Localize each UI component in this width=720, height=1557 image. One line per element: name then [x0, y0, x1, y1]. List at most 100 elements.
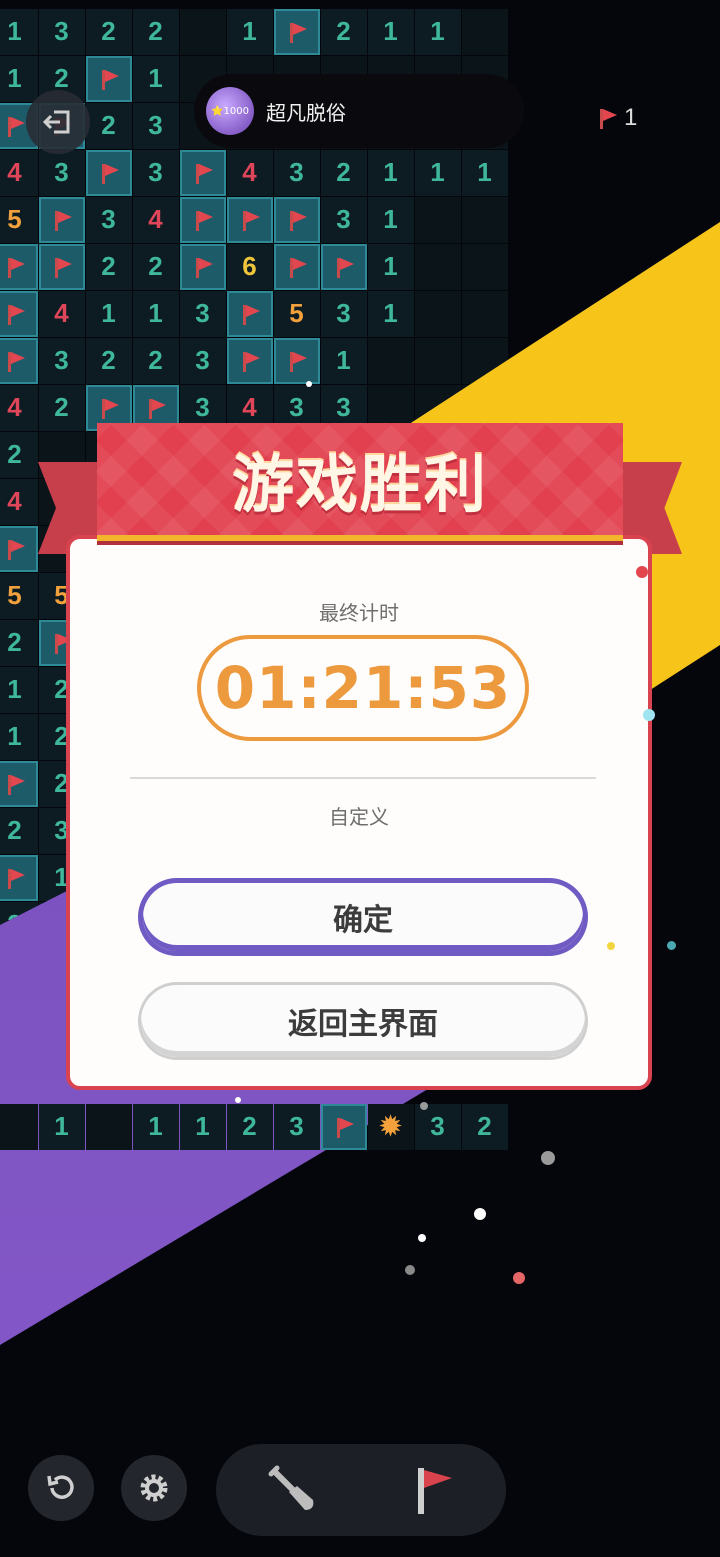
- flag-icon: [4, 115, 26, 137]
- board-cell: 3: [38, 8, 85, 55]
- board-cell: [461, 8, 508, 55]
- flag-count: 1: [624, 104, 638, 131]
- board-cell: 2: [0, 807, 38, 854]
- board-cell: 1: [226, 8, 273, 55]
- sparkle-dot: [306, 381, 312, 387]
- divider: [130, 777, 596, 779]
- board-cell: 1: [367, 290, 414, 337]
- board-cell: 1: [132, 290, 179, 337]
- board-cell: 3: [38, 337, 85, 384]
- board-cell: [0, 290, 38, 337]
- board-cell: [273, 243, 320, 290]
- board-cell: [320, 1103, 367, 1150]
- sparkle-dot: [418, 1234, 426, 1242]
- final-time-box: 01:21:53: [197, 635, 529, 741]
- board-cell: [414, 196, 461, 243]
- board-cell: 3: [273, 1103, 320, 1150]
- sparkle-dot: [667, 941, 676, 950]
- flag-counter: 1: [596, 104, 637, 132]
- board-cell: 4: [0, 384, 38, 431]
- board-cell: 4: [226, 149, 273, 196]
- board-cell: 1: [0, 666, 38, 713]
- board-cell: [461, 243, 508, 290]
- sparkle-dot: [607, 942, 615, 950]
- exit-button[interactable]: [26, 90, 90, 154]
- board-cell: 4: [132, 196, 179, 243]
- board-cell: [273, 196, 320, 243]
- board-cell: 1: [461, 149, 508, 196]
- board-cell: [38, 196, 85, 243]
- flag-icon: [239, 350, 261, 372]
- flag-tool-button[interactable]: [406, 1462, 462, 1518]
- flag-icon: [4, 303, 26, 325]
- flag-icon: [51, 209, 73, 231]
- flag-icon: [418, 1468, 452, 1514]
- board-cell: 1: [0, 8, 38, 55]
- board-cell: 1: [367, 149, 414, 196]
- board-cell: 1: [414, 149, 461, 196]
- sparkle-dot: [474, 1208, 486, 1220]
- dialog-title: 游戏胜利: [231, 448, 488, 521]
- flag-icon: [286, 256, 308, 278]
- board-cell: 3: [320, 290, 367, 337]
- return-home-button[interactable]: 返回主界面: [138, 982, 588, 1060]
- board-cell: [273, 8, 320, 55]
- board-cell: 2: [85, 243, 132, 290]
- board-cell: [0, 525, 38, 572]
- board-cell: 5: [273, 290, 320, 337]
- board-cell: 1: [320, 337, 367, 384]
- victory-dialog: 最终计时 01:21:53 自定义 确定 返回主界面: [66, 535, 652, 1090]
- flag-icon: [145, 397, 167, 419]
- board-cell: [38, 243, 85, 290]
- shovel-tool-button[interactable]: [265, 1462, 321, 1518]
- board-cell: 3: [38, 149, 85, 196]
- sparkle-dot: [636, 566, 648, 578]
- board-cell: [85, 55, 132, 102]
- board-cell: 2: [85, 102, 132, 149]
- board-cell: 2: [461, 1103, 508, 1150]
- board-cell: 2: [38, 384, 85, 431]
- flag-icon: [4, 538, 26, 560]
- board-cell: 2: [0, 431, 38, 478]
- board-cell: 2: [85, 8, 132, 55]
- board-cell: [414, 290, 461, 337]
- sparkle-dot: [513, 1272, 525, 1284]
- flag-icon: [98, 397, 120, 419]
- user-info-pill: ⭐1000 超凡脱俗: [194, 74, 524, 148]
- gear-icon: [140, 1474, 168, 1502]
- board-cell: [367, 337, 414, 384]
- board-cell: 1: [38, 1103, 85, 1150]
- flag-icon: [239, 209, 261, 231]
- exit-icon: [42, 110, 70, 134]
- undo-icon: [47, 1475, 74, 1499]
- board-cell: 3: [273, 149, 320, 196]
- confirm-button[interactable]: 确定: [138, 878, 588, 956]
- board-cell: [226, 337, 273, 384]
- flag-icon: [192, 162, 214, 184]
- board-cell: 2: [0, 619, 38, 666]
- board-cell: 4: [38, 290, 85, 337]
- board-cell: 4: [0, 149, 38, 196]
- board-cell: [179, 243, 226, 290]
- avatar: ⭐1000: [206, 87, 254, 135]
- board-cell: [0, 243, 38, 290]
- undo-button[interactable]: [28, 1455, 94, 1521]
- board-cell: 2: [132, 8, 179, 55]
- board-cell: 3: [132, 149, 179, 196]
- sparkle-dot: [405, 1265, 415, 1275]
- board-cell: 2: [132, 243, 179, 290]
- board-cell: 2: [320, 8, 367, 55]
- board-cell: [226, 196, 273, 243]
- board-cell: [179, 196, 226, 243]
- board-cell: [414, 337, 461, 384]
- board-cell: 5: [0, 196, 38, 243]
- board-cell: [179, 149, 226, 196]
- tool-selector: [216, 1444, 506, 1536]
- settings-button[interactable]: [121, 1455, 187, 1521]
- board-cell: [0, 760, 38, 807]
- sparkle-dot: [235, 1097, 241, 1103]
- board-cell: 1: [0, 713, 38, 760]
- board-cell: [414, 243, 461, 290]
- board-cell: 1: [367, 243, 414, 290]
- board-cell: [0, 854, 38, 901]
